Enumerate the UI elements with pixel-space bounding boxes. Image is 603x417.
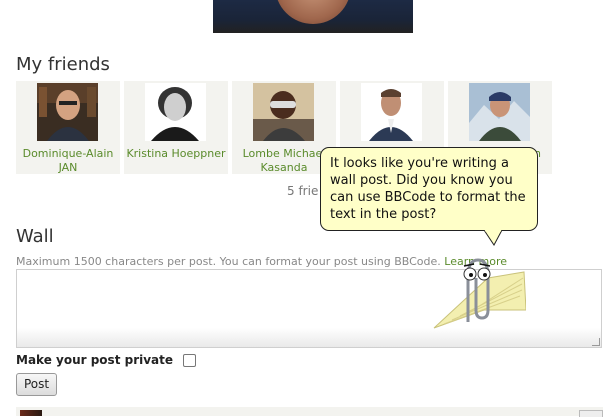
profile-photo (213, 0, 413, 33)
friend-avatar[interactable] (37, 83, 98, 141)
private-post-row: Make your post private (16, 353, 197, 367)
wall-post-avatar[interactable] (20, 410, 42, 416)
resize-grip-icon[interactable] (592, 338, 600, 346)
friends-section-title: My friends (16, 54, 110, 75)
wall-hint-label: Maximum 1500 characters per post. You ca… (16, 255, 441, 268)
private-post-checkbox[interactable] (183, 353, 197, 367)
friend-avatar[interactable] (469, 83, 530, 141)
post-button[interactable]: Post (16, 373, 57, 396)
friend-avatar[interactable] (145, 83, 206, 141)
wall-post-list (16, 407, 603, 417)
friend-avatar[interactable] (361, 83, 422, 141)
friends-count-link[interactable]: 5 frie (287, 184, 318, 198)
friend-name[interactable]: Kristina Hoeppner (124, 147, 228, 161)
friend-card[interactable]: Kristina Hoeppner (124, 81, 228, 174)
profile-photo-face (275, 0, 351, 24)
assistant-speech-bubble[interactable]: It looks like you're writing a wall post… (320, 147, 538, 231)
wall-section-title: Wall (16, 226, 54, 247)
paperclip-assistant-icon[interactable] (430, 252, 526, 332)
friend-avatar[interactable] (253, 83, 314, 141)
speech-bubble-tail (484, 230, 503, 246)
friend-name[interactable]: Dominique-Alain JAN (16, 147, 120, 175)
friend-card[interactable]: Dominique-Alain JAN (16, 81, 120, 174)
assistant-speech-text: It looks like you're writing a wall post… (330, 156, 526, 222)
private-post-label: Make your post private (16, 353, 174, 367)
